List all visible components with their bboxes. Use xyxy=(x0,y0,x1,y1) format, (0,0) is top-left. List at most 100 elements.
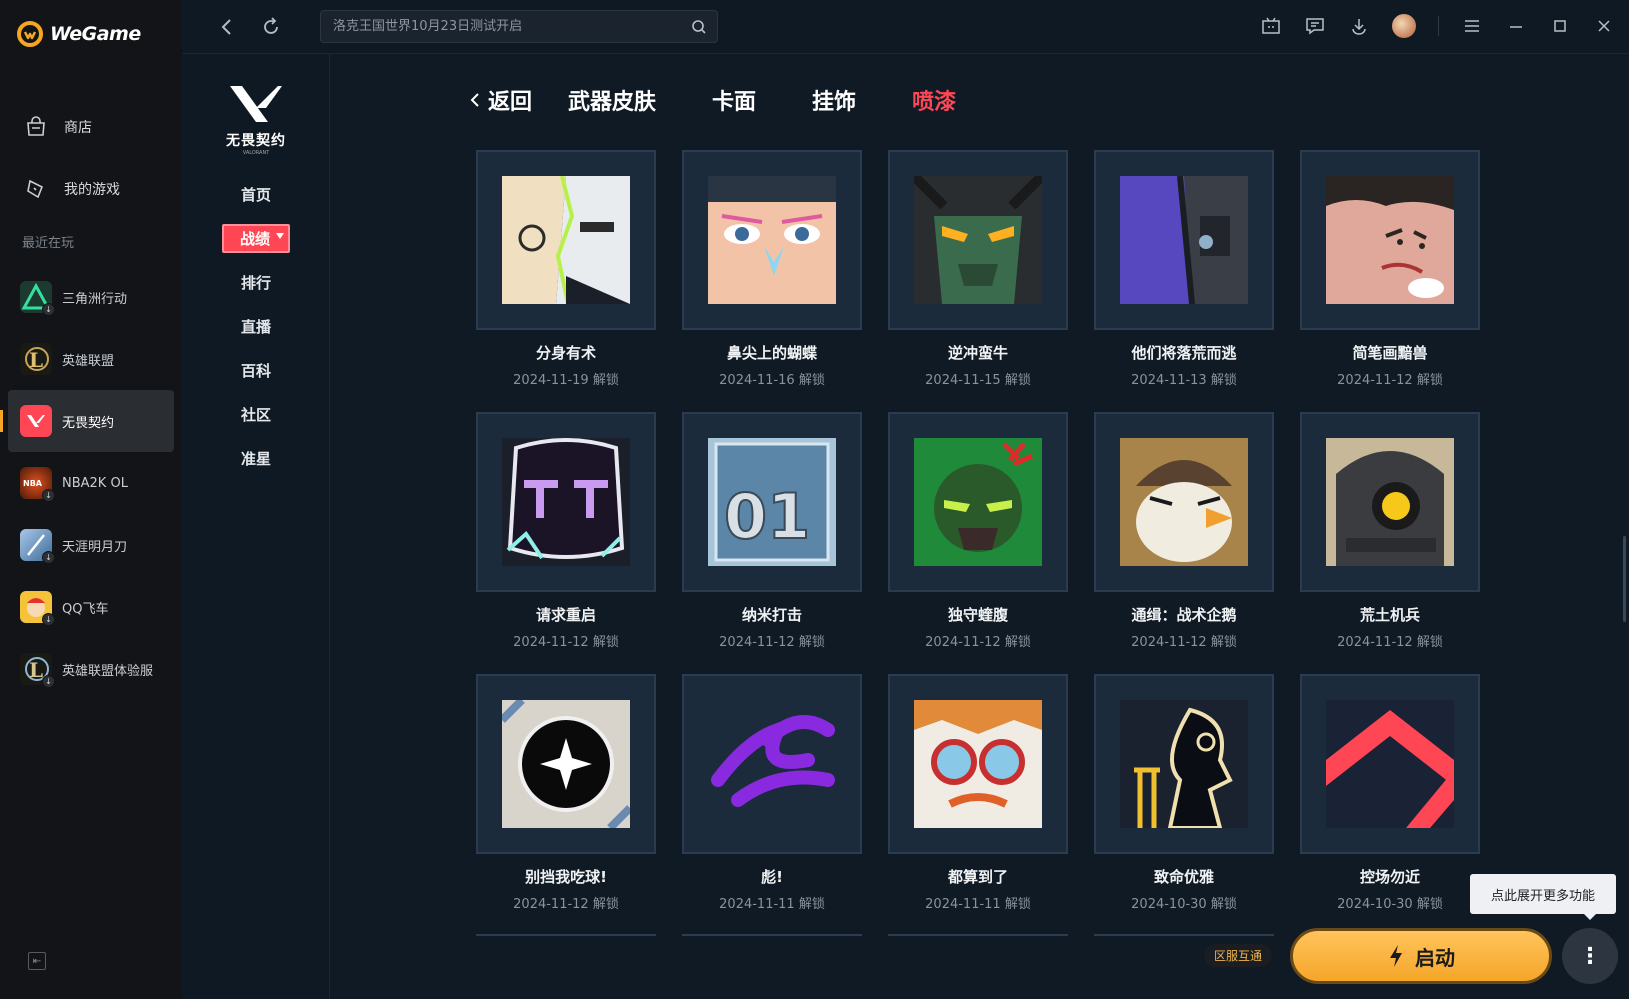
game-nav-label: 排行 xyxy=(240,273,271,292)
vertical-dots-icon: ⋮ xyxy=(1579,943,1601,969)
app-sidebar: WeGame 商店 我的游戏 最近在玩 ↓ 三角洲行动 L 英雄联盟 无畏契约 … xyxy=(0,0,182,999)
spray-card[interactable]: 逆冲蛮牛 2024-11-15 解锁 xyxy=(888,150,1068,412)
game-nav-home[interactable]: 首页 xyxy=(182,172,330,216)
game-nav-label: 战绩 xyxy=(239,229,270,248)
launch-label: 启动 xyxy=(1415,945,1455,970)
game-sidebar: 无畏契约 VALORANT 首页 战绩 排行 直播 百科 社区 准星 xyxy=(182,54,330,999)
spray-title: 彪! xyxy=(761,868,783,886)
game-item-delta-force[interactable]: ↓ 三角洲行动 xyxy=(8,266,174,328)
game-item-label: 天涯明月刀 xyxy=(62,539,128,555)
back-link[interactable]: 返回 xyxy=(470,84,532,116)
game-nav-rank[interactable]: 排行 xyxy=(182,260,330,304)
game-nav-label: 直播 xyxy=(240,317,271,336)
minimize-button[interactable] xyxy=(1505,15,1527,37)
valorant-logo[interactable]: 无畏契约 VALORANT xyxy=(218,82,294,156)
user-avatar[interactable] xyxy=(1392,14,1416,38)
spray-card[interactable]: 通缉：战术企鹅 2024-11-12 解锁 xyxy=(1094,412,1274,674)
back-button[interactable] xyxy=(214,14,240,40)
spray-unlock-date: 2024-11-12 解锁 xyxy=(925,635,1031,650)
spray-unlock-date: 2024-11-12 解锁 xyxy=(513,897,619,912)
collapse-sidebar-button[interactable]: ⇤ xyxy=(28,952,46,970)
spray-card[interactable]: 简笔画黯兽 2024-11-12 解锁 xyxy=(1300,150,1480,412)
spray-title: 简笔画黯兽 xyxy=(1352,344,1428,362)
game-item-lol-pbe[interactable]: L ↓ 英雄联盟体验服 xyxy=(8,638,174,700)
nav-item-my-games[interactable]: 我的游戏 xyxy=(0,158,182,220)
spray-card[interactable]: 荒土机兵 2024-11-12 解锁 xyxy=(1300,412,1480,674)
tab-charms[interactable]: 挂饰 xyxy=(812,84,856,116)
main-content: 返回 武器皮肤 卡面 挂饰 喷漆 分身有术 2024-11-19 解锁 鼻尖上的… xyxy=(330,54,1629,999)
tab-weapon-skins[interactable]: 武器皮肤 xyxy=(568,84,656,116)
spray-card[interactable]: 控场勿近 2024-10-30 解锁 xyxy=(1300,674,1480,936)
game-item-label: 三角洲行动 xyxy=(62,291,128,307)
main-nav: 商店 我的游戏 xyxy=(0,96,182,220)
spray-image-restart xyxy=(502,438,630,566)
game-nav-stats-pill: 战绩 xyxy=(221,223,290,253)
nav-item-label: 我的游戏 xyxy=(64,182,120,198)
spray-card[interactable]: 请求重启 2024-11-12 解锁 xyxy=(476,412,656,674)
spray-card[interactable]: 致命优雅 2024-10-30 解锁 xyxy=(1094,674,1274,936)
spray-thumbnail xyxy=(682,674,862,854)
game-nav-live[interactable]: 直播 xyxy=(182,304,330,348)
game-box-icon xyxy=(1262,17,1280,34)
lol-icon: L xyxy=(20,343,52,375)
maximize-button[interactable] xyxy=(1549,15,1571,37)
download-icon: ↓ xyxy=(42,551,55,564)
spray-card[interactable]: 别挡我吃球! 2024-11-12 解锁 xyxy=(476,674,656,936)
game-nav-wiki[interactable]: 百科 xyxy=(182,348,330,392)
game-nav-crosshair[interactable]: 准星 xyxy=(182,436,330,480)
spray-unlock-date: 2024-10-30 解锁 xyxy=(1131,897,1237,912)
tab-cards[interactable]: 卡面 xyxy=(712,84,756,116)
spray-unlock-date: 2024-11-12 解锁 xyxy=(1337,635,1443,650)
spray-title: 请求重启 xyxy=(535,606,596,624)
gamepad-icon xyxy=(27,179,44,199)
spray-thumbnail xyxy=(1300,674,1480,854)
messages-button[interactable] xyxy=(1304,15,1326,37)
spray-image-flee xyxy=(1120,176,1248,304)
spray-thumbnail xyxy=(1300,150,1480,330)
more-button[interactable]: ⋮ xyxy=(1562,928,1618,984)
svg-text:L: L xyxy=(29,348,43,372)
back-label: 返回 xyxy=(488,90,533,115)
spray-card[interactable]: 彪! 2024-11-11 解锁 xyxy=(682,674,862,936)
spray-unlock-date: 2024-11-19 解锁 xyxy=(513,373,619,388)
menu-button[interactable] xyxy=(1461,15,1483,37)
spray-image-nanoswarm: 01 xyxy=(708,438,836,566)
game-item-nba2k[interactable]: NBA ↓ NBA2K OL xyxy=(8,452,174,514)
spray-thumbnail xyxy=(888,674,1068,854)
chevron-left-icon xyxy=(221,19,231,35)
spray-image-orb xyxy=(502,700,630,828)
spray-card-partial xyxy=(1094,934,1274,938)
spray-card[interactable]: 鼻尖上的蝴蝶 2024-11-16 解锁 xyxy=(682,150,862,412)
spray-thumbnail xyxy=(1094,412,1274,592)
game-nav-stats[interactable]: 战绩 xyxy=(182,216,330,260)
spray-image-penguin xyxy=(1120,438,1248,566)
refresh-button[interactable] xyxy=(258,14,284,40)
game-item-tianya[interactable]: ↓ 天涯明月刀 xyxy=(8,514,174,576)
spray-card[interactable]: 都算到了 2024-11-11 解锁 xyxy=(888,674,1068,936)
tab-sprays[interactable]: 喷漆 xyxy=(912,84,956,116)
game-item-valorant[interactable]: 无畏契约 xyxy=(0,390,174,452)
nav-item-shop[interactable]: 商店 xyxy=(0,96,182,158)
game-item-qq-speed[interactable]: ↓ QQ飞车 xyxy=(8,576,174,638)
search-input[interactable] xyxy=(321,11,681,42)
spray-card[interactable]: 01 纳米打击 2024-11-12 解锁 xyxy=(682,412,862,674)
game-item-lol[interactable]: L 英雄联盟 xyxy=(8,328,174,390)
game-item-label: 英雄联盟 xyxy=(62,353,115,369)
collapse-icon: ⇤ xyxy=(32,955,42,967)
game-item-label: 无畏契约 xyxy=(62,415,115,431)
spray-card[interactable]: 分身有术 2024-11-19 解锁 xyxy=(476,150,656,412)
chevron-left-icon xyxy=(470,93,479,107)
game-nav-community[interactable]: 社区 xyxy=(182,392,330,436)
download-manager-button[interactable] xyxy=(1348,15,1370,37)
close-button[interactable] xyxy=(1593,15,1615,37)
downloads-folder-button[interactable] xyxy=(1260,15,1282,37)
spray-card[interactable]: 他们将落荒而逃 2024-11-13 解锁 xyxy=(1094,150,1274,412)
search-box xyxy=(320,10,718,43)
divider xyxy=(1438,16,1439,36)
search-icon[interactable] xyxy=(691,19,707,35)
spray-title: 逆冲蛮牛 xyxy=(947,344,1008,362)
scrollbar-thumb[interactable] xyxy=(1623,536,1626,622)
spray-card[interactable]: 独守蝰腹 2024-11-12 解锁 xyxy=(888,412,1068,674)
launch-button[interactable]: 启动 xyxy=(1290,928,1552,984)
wegame-logo[interactable]: WeGame xyxy=(16,20,141,48)
